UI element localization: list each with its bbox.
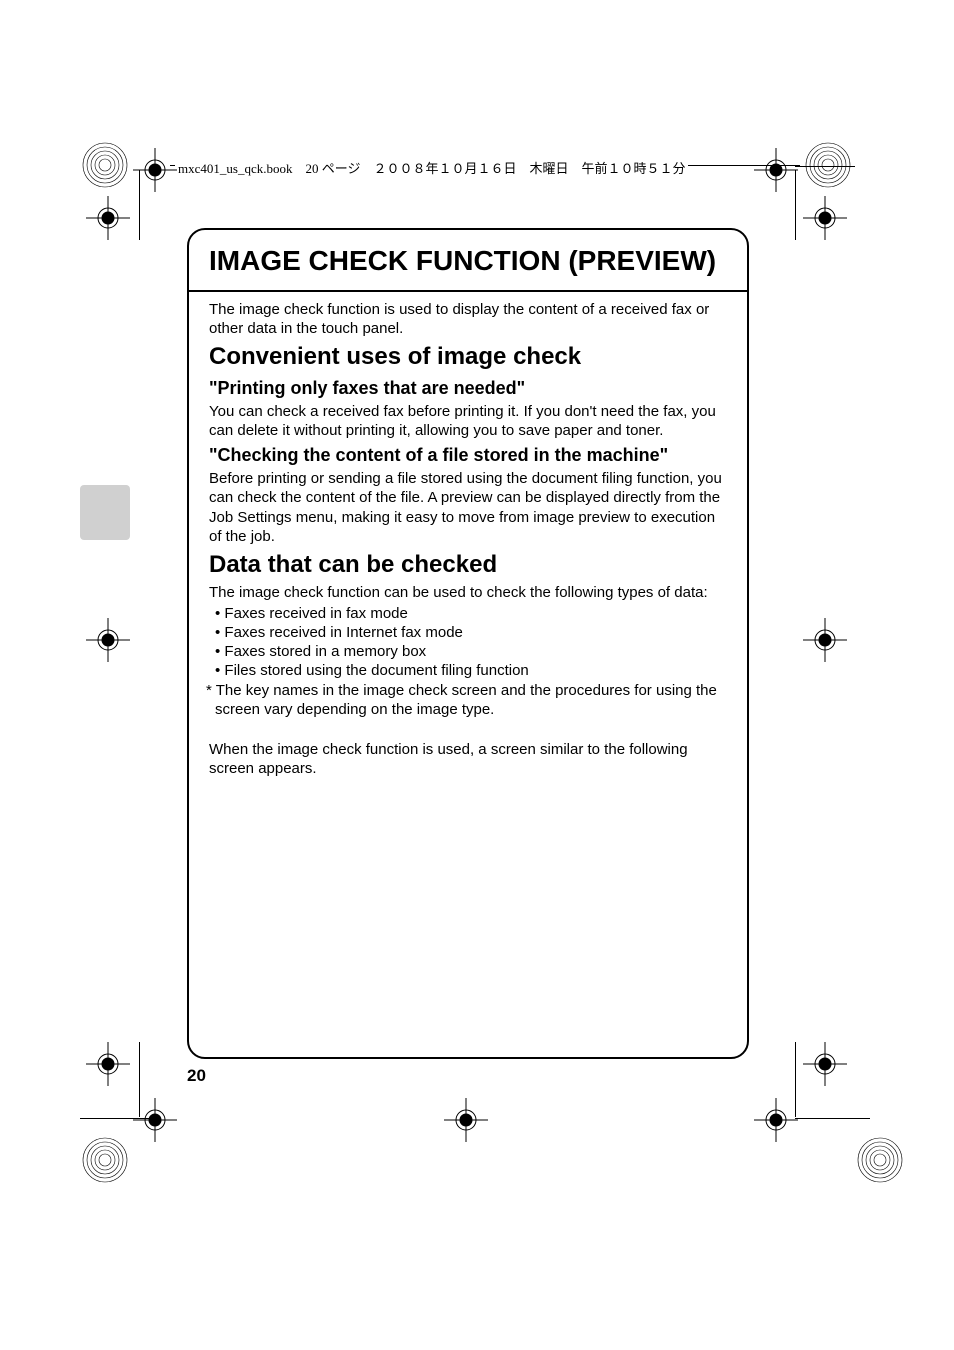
section2-heading: Data that can be checked	[209, 550, 727, 581]
section2-followup: When the image check function is used, a…	[209, 740, 727, 778]
section2-intro: The image check function can be used to …	[209, 583, 727, 602]
crop-rule	[139, 170, 140, 240]
section2-note: * The key names in the image check scree…	[209, 681, 727, 719]
registration-mark-icon	[803, 196, 847, 240]
registration-mark-icon	[86, 618, 130, 662]
list-item: Faxes received in Internet fax mode	[215, 623, 727, 642]
registration-mark-icon	[444, 1098, 488, 1142]
list-item: Faxes stored in a memory box	[215, 642, 727, 661]
crop-rule	[139, 1042, 140, 1117]
registration-mark-icon	[803, 618, 847, 662]
spiral-mark-icon	[80, 140, 130, 190]
page-number: 20	[187, 1066, 206, 1086]
registration-mark-icon	[754, 148, 798, 192]
registration-mark-icon	[86, 196, 130, 240]
section1-heading: Convenient uses of image check	[209, 342, 727, 373]
spiral-mark-icon	[855, 1135, 905, 1185]
content-frame: IMAGE CHECK FUNCTION (PREVIEW) The image…	[187, 228, 749, 1059]
crop-rule	[795, 166, 855, 167]
intro-text: The image check function is used to disp…	[209, 300, 727, 338]
section1-sub2-heading: "Checking the content of a file stored i…	[209, 444, 727, 467]
section1-sub1-heading: "Printing only faxes that are needed"	[209, 377, 727, 400]
page-title: IMAGE CHECK FUNCTION (PREVIEW)	[209, 244, 727, 278]
registration-mark-icon	[86, 1042, 130, 1086]
registration-mark-icon	[754, 1098, 798, 1142]
crop-rule	[795, 170, 796, 240]
section1-sub2-body: Before printing or sending a file stored…	[209, 469, 727, 546]
section2-list: Faxes received in fax mode Faxes receive…	[209, 604, 727, 681]
crop-rule	[80, 1118, 155, 1119]
section1-sub1-body: You can check a received fax before prin…	[209, 402, 727, 440]
spiral-mark-icon	[803, 140, 853, 190]
section-tab	[80, 485, 130, 540]
header-text: mxc401_us_qck.book 20 ページ ２００８年１０月１６日 木曜…	[175, 158, 688, 177]
title-box: IMAGE CHECK FUNCTION (PREVIEW)	[189, 230, 747, 292]
crop-rule	[795, 1042, 796, 1117]
spiral-mark-icon	[80, 1135, 130, 1185]
list-item: Files stored using the document filing f…	[215, 661, 727, 680]
registration-mark-icon	[803, 1042, 847, 1086]
crop-rule	[795, 1118, 870, 1119]
list-item: Faxes received in fax mode	[215, 604, 727, 623]
